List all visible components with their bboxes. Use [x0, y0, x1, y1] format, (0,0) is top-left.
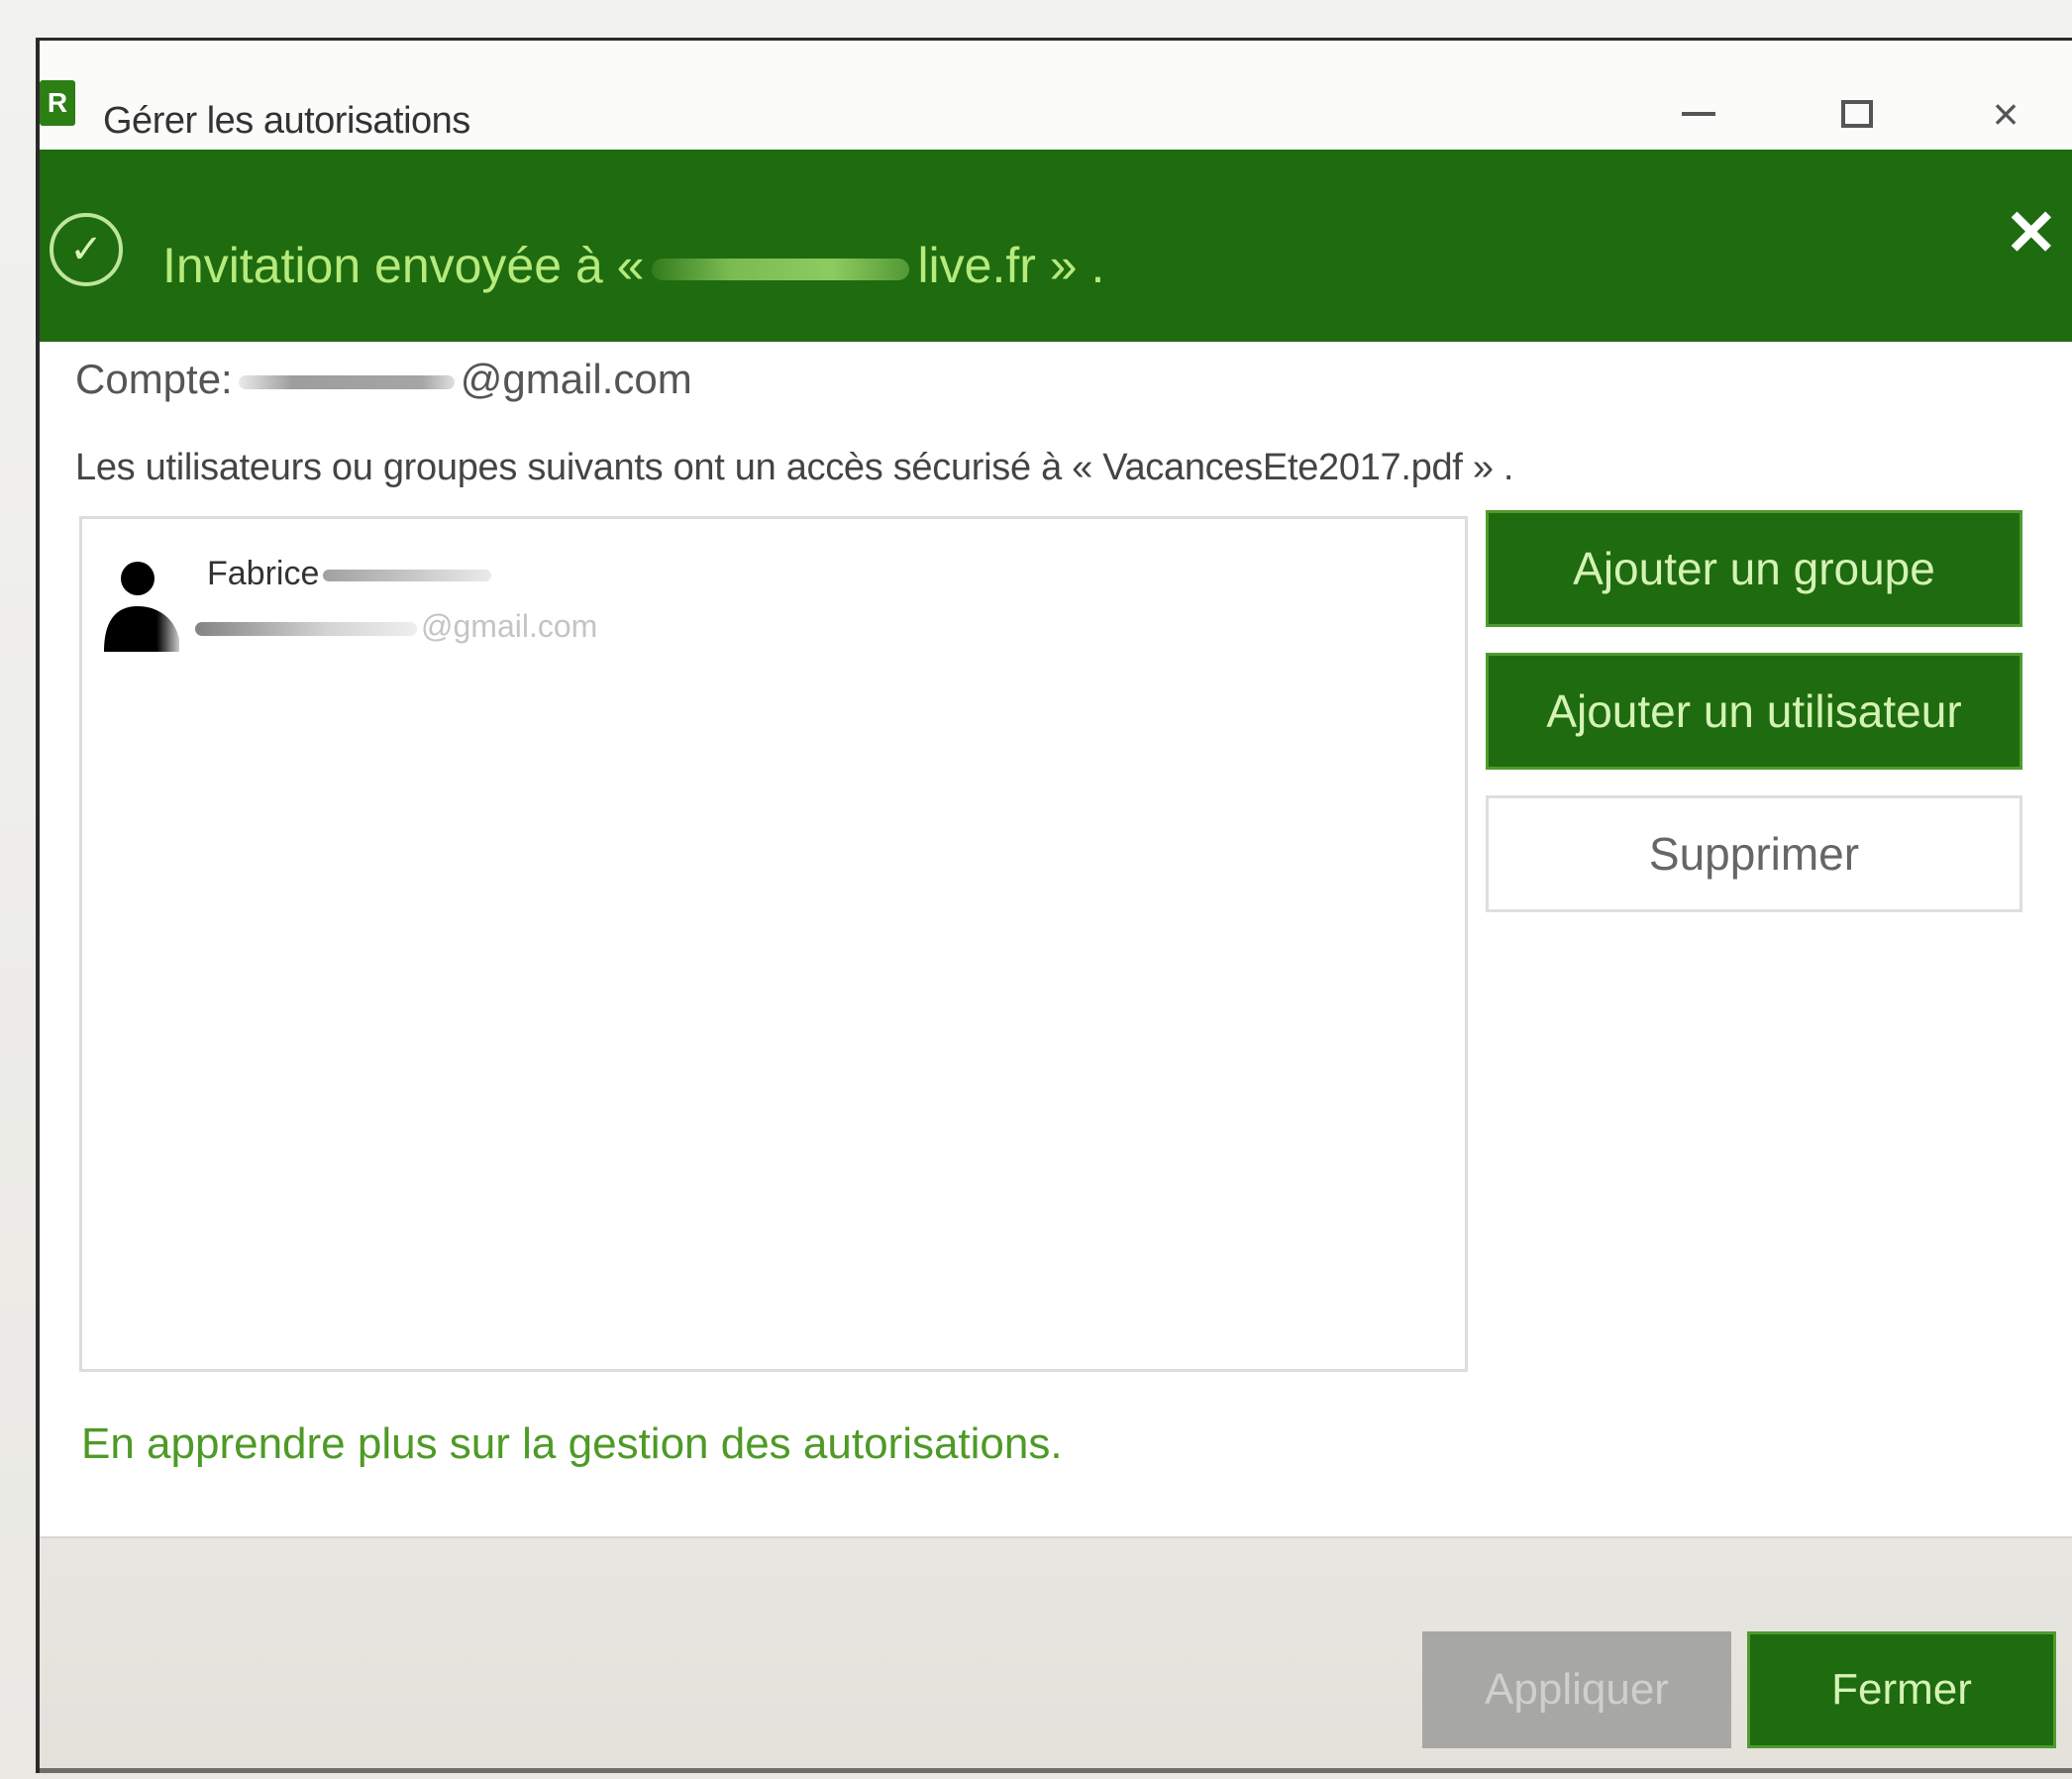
window-bottom-edge	[40, 1768, 2072, 1773]
account-domain: @gmail.com	[460, 356, 692, 402]
window-close-button[interactable]: ×	[1971, 84, 2040, 144]
manage-permissions-window: R Gérer les autorisations × ✓ Invitation…	[36, 38, 2072, 1773]
user-email-domain: @gmail.com	[421, 608, 598, 644]
account-line: Compte: @gmail.com	[75, 356, 692, 403]
redacted-email-blur	[652, 258, 910, 280]
user-email: @gmail.com	[195, 608, 597, 645]
access-description: Les utilisateurs ou groupes suivants ont…	[75, 447, 1514, 488]
add-group-button[interactable]: Ajouter un groupe	[1486, 510, 2022, 627]
dialog-footer: Appliquer Fermer	[40, 1536, 2072, 1773]
delete-button[interactable]: Supprimer	[1486, 795, 2022, 912]
user-name-text: Fabrice	[207, 555, 320, 592]
user-avatar-icon	[104, 562, 179, 652]
banner-message-suffix: live.fr » .	[917, 238, 1105, 293]
account-label: Compte:	[75, 356, 233, 402]
minimize-button[interactable]	[1664, 84, 1733, 144]
redacted-email-prefix-blur	[195, 621, 417, 636]
window-title: Gérer les autorisations	[103, 100, 470, 142]
user-name: Fabrice	[207, 555, 492, 593]
redacted-name-blur	[323, 570, 492, 582]
redacted-account-blur	[238, 374, 455, 389]
banner-message: Invitation envoyée à « live.fr » .	[162, 237, 1104, 294]
users-list[interactable]: Fabrice @gmail.com	[79, 516, 1468, 1372]
add-user-button[interactable]: Ajouter un utilisateur	[1486, 653, 2022, 770]
check-glyph: ✓	[69, 228, 103, 271]
close-button[interactable]: Fermer	[1747, 1631, 2056, 1748]
maximize-button[interactable]	[1822, 84, 1892, 144]
app-icon: R	[40, 80, 75, 126]
minimize-icon	[1682, 112, 1715, 116]
check-circle-icon: ✓	[50, 213, 123, 286]
maximize-icon	[1841, 100, 1873, 128]
banner-message-prefix: Invitation envoyée à «	[162, 238, 645, 293]
close-icon: ×	[1992, 88, 2020, 140]
apply-button[interactable]: Appliquer	[1422, 1631, 1731, 1748]
invitation-sent-banner: ✓ Invitation envoyée à « live.fr » . ✕	[40, 150, 2072, 342]
banner-close-icon[interactable]: ✕	[2005, 201, 2058, 264]
title-bar[interactable]: R Gérer les autorisations ×	[40, 41, 2072, 152]
learn-more-link[interactable]: En apprendre plus sur la gestion des aut…	[81, 1419, 1063, 1469]
list-item[interactable]: Fabrice @gmail.com	[100, 531, 793, 652]
